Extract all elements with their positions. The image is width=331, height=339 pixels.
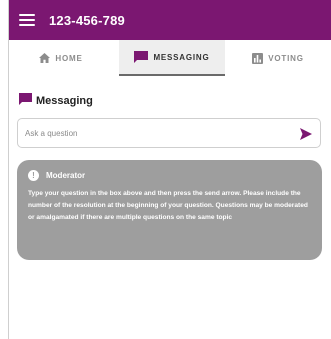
messaging-heading-label: Messaging (36, 95, 93, 107)
messaging-heading: Messaging (19, 92, 93, 110)
tab-voting-label: VOTING (268, 53, 304, 63)
tab-messaging-label: MESSAGING (153, 52, 210, 62)
tab-bar: HOME MESSAGING VOTING (9, 40, 331, 76)
tab-home-label: HOME (55, 53, 83, 63)
tab-home[interactable]: HOME (9, 40, 113, 76)
question-box (17, 118, 321, 148)
info-icon: ! (28, 170, 39, 181)
message-icon (19, 92, 32, 110)
hamburger-menu-icon[interactable] (19, 14, 35, 26)
moderator-notice: ! Moderator Type your question in the bo… (17, 160, 322, 260)
app-page: 123-456-789 HOME MESSAGING VOTING Messag… (0, 0, 331, 339)
tab-voting[interactable]: VOTING (225, 40, 331, 76)
question-input[interactable] (25, 125, 285, 141)
app-header: 123-456-789 (9, 0, 331, 40)
notice-text: Type your question in the box above and … (28, 190, 308, 222)
poll-icon (252, 52, 264, 64)
tab-messaging[interactable]: MESSAGING (119, 40, 225, 76)
meeting-id-title: 123-456-789 (49, 12, 125, 28)
send-arrow-icon[interactable] (300, 127, 312, 145)
notice-header: ! Moderator (28, 170, 311, 181)
notice-author: Moderator (46, 171, 86, 180)
message-icon (134, 51, 149, 63)
home-icon (39, 53, 51, 63)
